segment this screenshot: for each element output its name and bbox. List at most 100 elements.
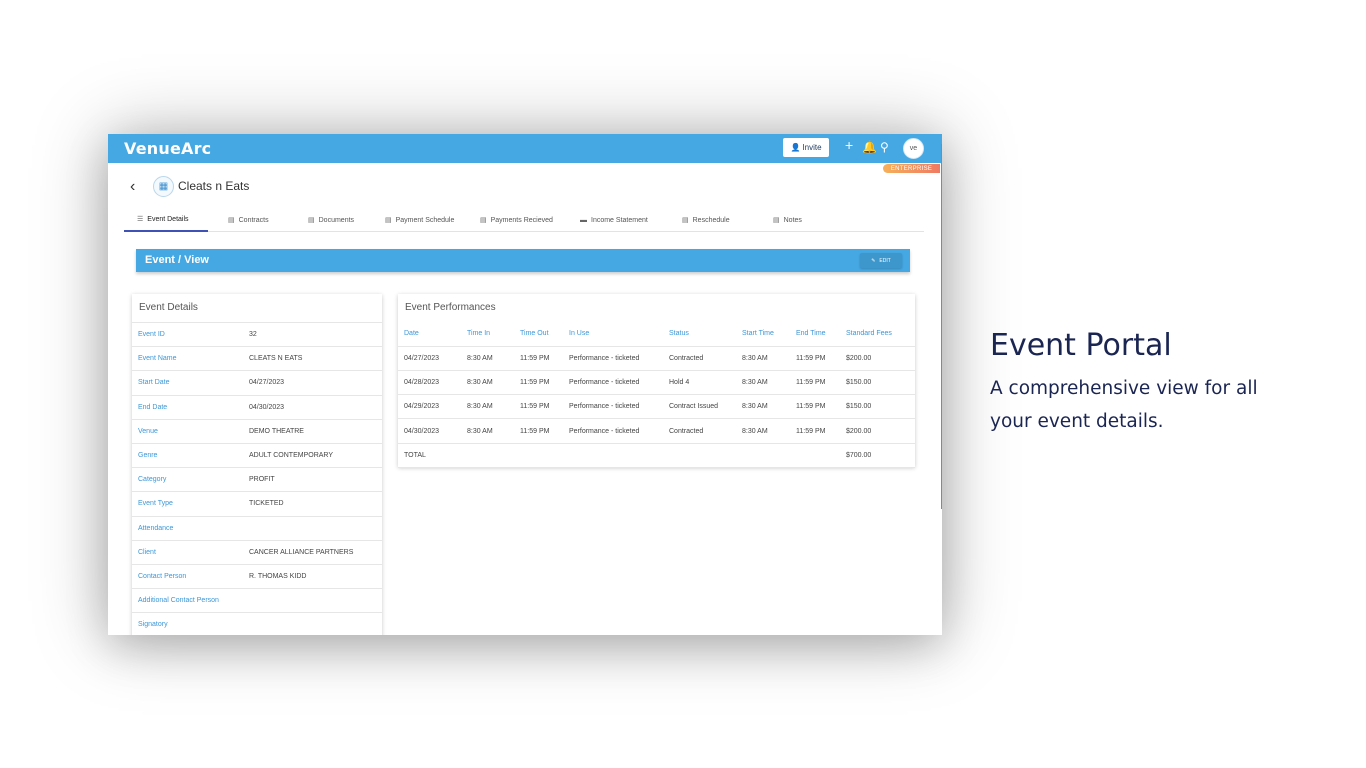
detail-row-event-type: Event Type TICKETED [132, 492, 382, 517]
column-header[interactable]: Standard Fees [846, 322, 915, 347]
event-performances-card: Event Performances Date Time In Time Out… [398, 294, 915, 468]
plus-icon[interactable]: + [845, 138, 853, 152]
detail-label: Client [138, 548, 156, 556]
detail-value: 04/30/2023 [249, 403, 285, 411]
tab-event-details[interactable]: ☰ Event Details [124, 208, 208, 232]
event-details-title: Event Details [132, 294, 382, 323]
avatar[interactable]: ve [903, 138, 924, 159]
tab-payment-schedule[interactable]: ▤ Payment Schedule [385, 208, 454, 232]
file-icon: ▤ [228, 217, 235, 224]
table-cell: Contracted [669, 346, 742, 371]
detail-label: Genre [138, 452, 158, 460]
event-details-card: Event Details Event ID 32 Event Name CLEAT… [132, 294, 382, 635]
table-row[interactable]: 04/27/2023 8:30 AM 11:59 PM Performance … [398, 346, 915, 371]
detail-row-contact-person: Contact Person R. THOMAS KIDD [132, 565, 382, 590]
detail-row-client: Client CANCER ALLIANCE PARTNERS [132, 541, 382, 565]
event-view-bar: Event / View ✎ EDIT [136, 249, 910, 272]
table-total-row: TOTAL $700.00 [398, 443, 915, 468]
edit-button[interactable]: ✎ EDIT [860, 253, 902, 268]
table-cell: 8:30 AM [742, 346, 796, 371]
tab-notes[interactable]: ▤ Notes [773, 208, 802, 232]
invite-button[interactable]: 👤 Invite [783, 138, 829, 157]
table-header-row: Date Time In Time Out In Use Status Star… [398, 322, 915, 347]
column-header[interactable]: Date [398, 322, 467, 347]
table-cell: 04/27/2023 [398, 346, 467, 371]
edit-icon: ✎ [871, 257, 876, 264]
column-header[interactable]: Time Out [520, 322, 569, 347]
column-header[interactable]: In Use [569, 322, 669, 347]
add-user-icon: 👤 [790, 143, 801, 152]
detail-label: Start Date [138, 379, 170, 387]
column-header[interactable]: Time In [467, 322, 520, 347]
event-title: Cleats n Eats [178, 179, 250, 193]
enterprise-badge: ENTERPRISE [883, 164, 940, 173]
table-row[interactable]: 04/28/2023 8:30 AM 11:59 PM Performance … [398, 370, 915, 396]
detail-label: Event Type [138, 500, 173, 508]
table-cell: 8:30 AM [742, 394, 796, 420]
table-cell: 11:59 PM [796, 346, 846, 371]
detail-value: 32 [249, 331, 257, 339]
table-cell: Performance - ticketed [569, 394, 669, 420]
table-row[interactable]: 04/30/2023 8:30 AM 11:59 PM Performance … [398, 418, 915, 444]
detail-value: ADULT CONTEMPORARY [249, 452, 334, 460]
table-cell: 8:30 AM [467, 394, 520, 420]
table-cell: 8:30 AM [742, 418, 796, 444]
scrollbar[interactable] [941, 144, 942, 509]
back-arrow-icon[interactable]: ‹ [130, 178, 135, 196]
detail-row-event-name: Event Name CLEATS N EATS [132, 347, 382, 372]
table-cell: 11:59 PM [796, 394, 846, 420]
detail-value: CANCER ALLIANCE PARTNERS [249, 548, 354, 556]
event-view-title: Event / View [145, 254, 209, 266]
column-header[interactable]: Status [669, 322, 742, 347]
table-cell: $200.00 [846, 346, 915, 371]
table-cell: Performance - ticketed [569, 346, 669, 371]
detail-row-category: Category PROFIT [132, 468, 382, 493]
clipboard-icon: ▤ [385, 217, 392, 224]
table-cell: 8:30 AM [467, 346, 520, 371]
bar-chart-icon: ▤ [480, 217, 487, 224]
table-cell: 8:30 AM [467, 370, 520, 396]
file-icon: ▤ [308, 217, 315, 224]
column-header[interactable]: Start Time [742, 322, 796, 347]
detail-value: DEMO THEATRE [249, 427, 304, 435]
file-icon: ▤ [682, 217, 689, 224]
promo-title: Event Portal [990, 328, 1172, 363]
table-cell: Contract Issued [669, 394, 742, 420]
tab-payments-recieved[interactable]: ▤ Payments Recieved [480, 208, 553, 232]
note-icon: ▤ [773, 217, 780, 224]
list-icon: ☰ [137, 216, 144, 223]
column-header[interactable]: End Time [796, 322, 846, 347]
detail-value: CLEATS N EATS [249, 355, 303, 363]
table-cell: 11:59 PM [520, 346, 569, 371]
detail-label: Signatory [138, 621, 168, 629]
table-cell: Contracted [669, 418, 742, 444]
table-cell: $200.00 [846, 418, 915, 444]
detail-label: Event Name [138, 355, 177, 363]
detail-row-event-id: Event ID 32 [132, 323, 382, 348]
table-cell: 11:59 PM [520, 394, 569, 420]
bell-icon[interactable]: 🔔 [862, 140, 877, 154]
search-icon[interactable]: ⚲ [880, 140, 889, 154]
tab-documents[interactable]: ▤ Documents [308, 208, 354, 232]
app-window: VenueArc 👤 Invite + 🔔 ⚲ ve ENTERPRISE ‹ … [108, 134, 942, 635]
table-cell: 04/28/2023 [398, 370, 467, 396]
table-cell: Performance - ticketed [569, 370, 669, 396]
table-cell: 04/30/2023 [398, 418, 467, 444]
total-label: TOTAL [398, 443, 467, 468]
detail-label: Attendance [138, 524, 174, 532]
calendar-icon: ▦ [153, 176, 174, 197]
table-cell: 04/29/2023 [398, 394, 467, 420]
tab-income-statement[interactable]: ▬ Income Statement [580, 208, 648, 232]
detail-value: 04/27/2023 [249, 379, 285, 387]
detail-label: Venue [138, 427, 158, 435]
tab-reschedule[interactable]: ▤ Reschedule [682, 208, 730, 232]
tab-contracts[interactable]: ▤ Contracts [228, 208, 269, 232]
handshake-icon: ▬ [580, 216, 587, 224]
table-row[interactable]: 04/29/2023 8:30 AM 11:59 PM Performance … [398, 394, 915, 420]
event-performances-title: Event Performances [405, 302, 496, 313]
detail-row-attendance: Attendance [132, 517, 382, 541]
venuearc-logo[interactable]: VenueArc [124, 139, 211, 158]
table-cell: 8:30 AM [467, 418, 520, 444]
detail-row-venue: Venue DEMO THEATRE [132, 420, 382, 444]
table-cell: 8:30 AM [742, 370, 796, 396]
